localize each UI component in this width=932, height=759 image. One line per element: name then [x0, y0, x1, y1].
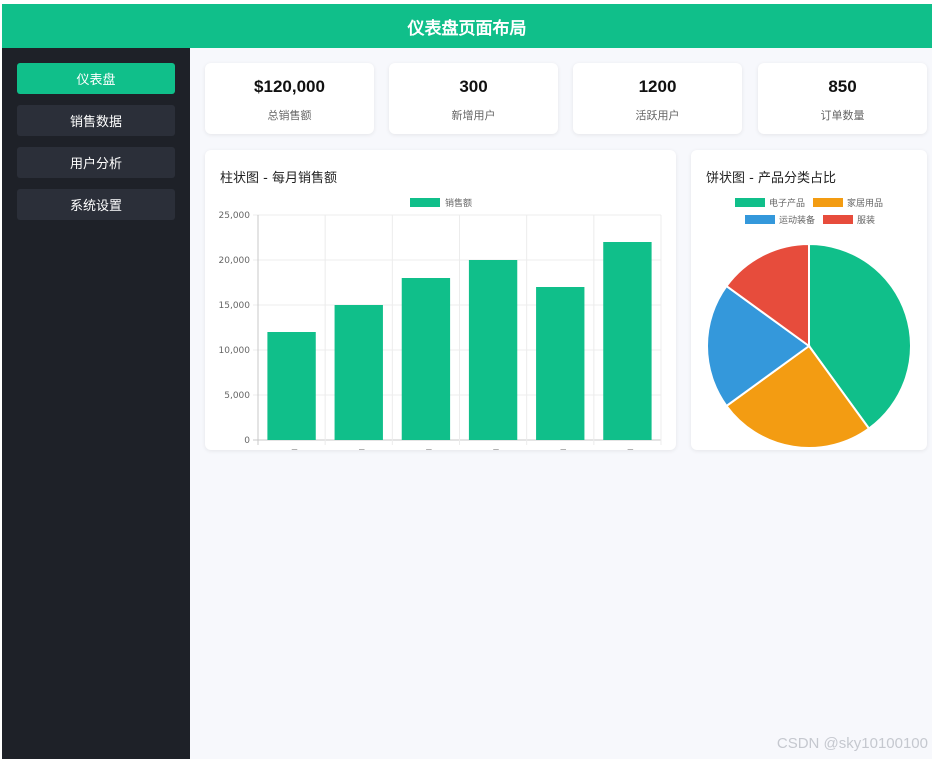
y-tick-label: 0: [244, 436, 250, 446]
app-header: 仪表盘页面布局: [2, 4, 932, 48]
legend-swatch: [745, 215, 775, 224]
stat-card-active-users: 1200 活跃用户: [573, 63, 742, 134]
page-title: 仪表盘页面布局: [407, 18, 527, 39]
legend-swatch: [410, 198, 440, 207]
stat-value: 1200: [638, 77, 677, 96]
stat-card-total-sales: $120,000 总销售额: [205, 63, 374, 134]
legend-label: 家居用品: [847, 197, 883, 209]
stat-value: 300: [459, 77, 488, 96]
sidebar-item-users[interactable]: 用户分析: [17, 147, 175, 178]
legend-label: 服装: [857, 214, 875, 226]
x-tick-label: 1月: [284, 449, 299, 450]
sidebar-item-sales[interactable]: 销售数据: [17, 105, 175, 136]
bar: [603, 242, 652, 440]
bar: [334, 305, 383, 440]
stat-value: $120,000: [254, 77, 325, 96]
y-tick-label: 25,000: [219, 211, 251, 221]
bar: [267, 332, 316, 440]
x-tick-label: 6月: [620, 449, 635, 450]
stat-label: 订单数量: [820, 109, 865, 122]
stat-value: 850: [828, 77, 857, 96]
stat-label: 总销售额: [267, 109, 312, 122]
bar: [536, 287, 585, 440]
legend-label: 运动装备: [779, 214, 815, 226]
stat-label: 活跃用户: [635, 109, 680, 122]
x-tick-label: 3月: [419, 449, 434, 450]
y-tick-label: 20,000: [219, 256, 251, 266]
stat-label: 新增用户: [451, 109, 496, 122]
legend-label: 电子产品: [769, 197, 805, 209]
x-tick-label: 2月: [351, 449, 366, 450]
y-tick-label: 10,000: [219, 346, 251, 356]
pie-chart-panel: 饼状图 - 产品分类占比 电子产品 家居用品 运动装备 服装: [691, 150, 927, 450]
bar: [401, 278, 451, 440]
x-tick-label: 5月: [553, 449, 568, 450]
legend-label: 销售额: [445, 197, 472, 209]
bar: [468, 260, 518, 440]
stat-card-orders: 850 订单数量: [758, 63, 927, 134]
bar-chart-panel: 柱状图 - 每月销售额 销售额 0 5,000 10,000 15,000 20,000 2…: [205, 150, 676, 450]
sidebar: 仪表盘 销售数据 用户分析 系统设置: [2, 48, 190, 759]
bar-chart: 销售额 0 5,000 10,000 15,000 20,000 25,000 1月 2月 3月 4…: [219, 197, 662, 450]
legend-swatch: [813, 198, 843, 207]
legend-swatch: [735, 198, 765, 207]
stat-card-new-users: 300 新增用户: [389, 63, 558, 134]
x-tick-label: 4月: [486, 449, 501, 450]
sidebar-item-settings[interactable]: 系统设置: [17, 189, 175, 220]
y-tick-label: 5,000: [224, 391, 250, 401]
watermark: CSDN @sky10100100: [776, 735, 928, 752]
main-content: $120,000 总销售额 300 新增用户 1200 活跃用户 850 订单数…: [190, 48, 932, 759]
sidebar-item-dashboard[interactable]: 仪表盘: [17, 63, 175, 94]
legend-swatch: [823, 215, 853, 224]
pie-chart: 电子产品 家居用品运动装备 服装: [706, 197, 912, 449]
y-tick-label: 15,000: [219, 301, 251, 311]
